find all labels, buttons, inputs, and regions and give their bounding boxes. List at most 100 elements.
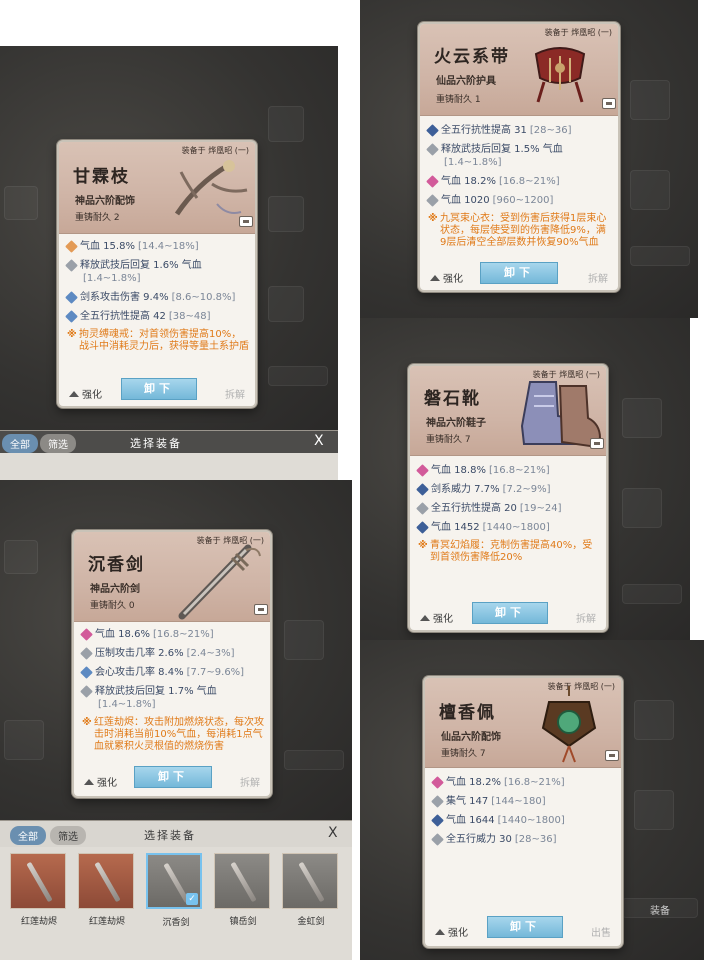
- special-effect: ※ 拘灵缚魂戒：对首领伤害提高10%，战斗中消耗灵力后，获得等量土系护盾: [67, 329, 249, 352]
- item-grade: 仙品六阶护具: [436, 76, 496, 87]
- stat-row: 释放武技后回复 1.6% 气血[1.4~1.8%]: [65, 259, 249, 285]
- equipment-slot[interactable]: 红莲劫烬: [10, 853, 66, 927]
- equipment-selector: 全部 筛选 选择装备 X 红莲劫烬 红莲劫烬 ✓ 沉香剑 镇岳剑 金虹剑: [0, 820, 352, 960]
- dismantle-button[interactable]: 拆解: [240, 774, 260, 789]
- slot-label: 镇岳剑: [229, 917, 257, 927]
- stat-rank-icon: [80, 628, 93, 641]
- sword-icon: [298, 861, 325, 903]
- stat-rank-icon: [426, 175, 439, 188]
- item-grade: 神品六阶配饰: [75, 196, 135, 207]
- unequip-button[interactable]: 卸下: [472, 602, 548, 624]
- stat-row: 气血 18.8% [16.8~21%]: [416, 464, 600, 477]
- up-arrow-icon: [430, 275, 440, 281]
- belt-armor-icon: [534, 47, 586, 103]
- special-mark-icon: ※: [82, 717, 92, 728]
- lock-icon[interactable]: [605, 750, 619, 761]
- stat-row: 气血 18.2% [16.8~21%]: [426, 175, 612, 188]
- check-icon: ✓: [186, 893, 198, 905]
- unequip-button[interactable]: 卸下: [134, 766, 212, 788]
- sword-icon: [26, 861, 53, 903]
- up-arrow-icon: [420, 615, 430, 621]
- enhance-button[interactable]: 强化: [420, 610, 453, 625]
- special-effect: ※ 青冥幻焰履：克制伤害提高40%，受到首领伤害降低20%: [418, 540, 593, 563]
- dismantle-button[interactable]: 拆解: [588, 270, 608, 285]
- dismantle-button[interactable]: 拆解: [225, 386, 245, 401]
- stat-rank-icon: [431, 814, 444, 827]
- item-card-huoyun: 装备于 烨凰昭 (一) 火云系带 仙品六阶护具 重铸耐久 1 全五行抗性提高 3…: [418, 22, 620, 292]
- item-name: 檀香佩: [439, 703, 496, 723]
- stat-rank-icon: [416, 483, 429, 496]
- stat-row: 释放武技后回复 1.5% 气血[1.4~1.8%]: [426, 143, 612, 169]
- special-effect: ※ 红莲劫烬：攻击附加燃烧状态，每次攻击时消耗当前10%气血，每消耗1点气血就累积…: [82, 717, 264, 752]
- stat-rank-icon: [80, 685, 93, 698]
- recast-durability: 重铸耐久 7: [441, 749, 486, 759]
- item-name: 甘霖枝: [73, 167, 130, 187]
- stat-row: 气血 1644 [1440~1800]: [431, 814, 615, 827]
- sell-button[interactable]: 出售: [591, 924, 611, 939]
- item-card-panshi: 装备于 烨凰昭 (一) 磐石靴 神品六阶鞋子 重铸耐久 7 气血 18.8% [1…: [408, 364, 608, 632]
- equipment-slot-selected[interactable]: ✓ 沉香剑: [146, 853, 202, 928]
- lock-icon[interactable]: [602, 98, 616, 109]
- unequip-button[interactable]: 卸下: [480, 262, 558, 284]
- dismantle-button[interactable]: 拆解: [576, 610, 596, 625]
- stat-rank-icon: [431, 833, 444, 846]
- recast-durability: 重铸耐久 2: [75, 213, 120, 223]
- item-name: 火云系带: [434, 47, 510, 67]
- close-icon[interactable]: X: [314, 433, 324, 449]
- equipment-slot[interactable]: 镇岳剑: [214, 853, 270, 927]
- equipment-slot[interactable]: 金虹剑: [282, 853, 338, 927]
- jade-pendant-icon: [541, 686, 597, 763]
- unequip-button[interactable]: 卸下: [121, 378, 197, 400]
- stat-row: 气血 1452 [1440~1800]: [416, 521, 600, 534]
- lock-icon[interactable]: [254, 604, 268, 615]
- stat-row: 剑系威力 7.7% [7.2~9%]: [416, 483, 600, 496]
- stat-rank-icon: [80, 666, 93, 679]
- stat-rank-icon: [426, 194, 439, 207]
- enhance-button[interactable]: 强化: [430, 270, 463, 285]
- stat-rank-icon: [65, 310, 78, 323]
- stat-row: 气血 18.2% [16.8~21%]: [431, 776, 615, 789]
- slot-label: 沉香剑: [162, 918, 190, 928]
- stat-row: 全五行抗性提高 42 [38~48]: [65, 310, 249, 323]
- close-icon[interactable]: X: [328, 825, 338, 841]
- unequip-button[interactable]: 卸下: [487, 916, 563, 938]
- recast-durability: 重铸耐久 1: [436, 95, 481, 105]
- background-equip-tab[interactable]: 装备: [650, 902, 670, 917]
- up-arrow-icon: [435, 929, 445, 935]
- sword-icon: [178, 544, 261, 620]
- enhance-button[interactable]: 强化: [84, 774, 117, 789]
- filter-button[interactable]: 筛选: [50, 826, 86, 845]
- item-card-ganlin: 装备于 烨凰昭 (一) 甘霖枝 神品六阶配饰 重铸耐久 2 气血 15.8% [1…: [57, 140, 257, 408]
- item-name: 沉香剑: [88, 555, 145, 575]
- slot-label: 金虹剑: [297, 917, 325, 927]
- special-effect: ※ 九冥束心衣：受到伤害后获得1层束心状态，每层使受到的伤害降低9%，满9层后清空…: [428, 213, 607, 248]
- item-name: 磐石靴: [424, 389, 481, 409]
- selector-title: 选择装备: [144, 829, 196, 842]
- stat-rank-icon: [416, 521, 429, 534]
- recast-durability: 重铸耐久 7: [426, 435, 471, 445]
- stat-rank-icon: [65, 259, 78, 272]
- enhance-button[interactable]: 强化: [69, 386, 102, 401]
- equipment-slot[interactable]: 红莲劫烬: [78, 853, 134, 927]
- stat-row: 会心攻击几率 8.4% [7.7~9.6%]: [80, 666, 264, 679]
- filter-button[interactable]: 筛选: [40, 434, 76, 453]
- slot-label: 红莲劫烬: [20, 917, 57, 927]
- stat-row: 全五行抗性提高 20 [19~24]: [416, 502, 600, 515]
- special-mark-icon: ※: [418, 540, 428, 551]
- sword-icon: [94, 861, 121, 903]
- lock-icon[interactable]: [590, 438, 604, 449]
- stat-row: 剑系攻击伤害 9.4% [8.6~10.8%]: [65, 291, 249, 304]
- stat-row: 全五行威力 30 [28~36]: [431, 833, 615, 846]
- item-grade: 神品六阶剑: [90, 584, 140, 595]
- tab-all[interactable]: 全部: [2, 434, 38, 453]
- enhance-button[interactable]: 强化: [435, 924, 468, 939]
- lock-icon[interactable]: [239, 216, 253, 227]
- stat-rank-icon: [80, 647, 93, 660]
- item-card-tanxiang: 装备于 烨凰昭 (一) 檀香佩 仙品六阶配饰 重铸耐久 7 气血 18.2% [1…: [423, 676, 623, 948]
- stat-rank-icon: [426, 143, 439, 156]
- stat-row: 释放武技后回复 1.7% 气血[1.4~1.8%]: [80, 685, 264, 711]
- stat-row: 气血 1020 [960~1200]: [426, 194, 612, 207]
- up-arrow-icon: [69, 391, 79, 397]
- stat-row: 全五行抗性提高 31 [28~36]: [426, 124, 612, 137]
- tab-all[interactable]: 全部: [10, 826, 46, 845]
